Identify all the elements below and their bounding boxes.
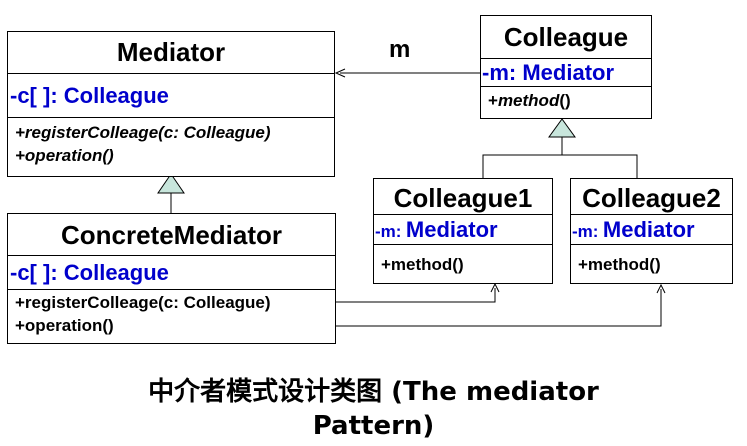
colleague-class: Colleague -m: Mediator +method() xyxy=(480,15,652,119)
concrete-mediator-attribute: -c[ ]: Colleague xyxy=(8,255,335,289)
colleague1-attribute-type: Mediator xyxy=(405,217,498,242)
concrete-mediator-op-operation: +operation() xyxy=(15,315,114,335)
association-label: m xyxy=(389,36,411,63)
mediator-op-register: +registerColleage(c: Colleague) xyxy=(15,123,271,142)
colleague-attribute: -m: Mediator xyxy=(481,58,651,86)
mediator-op-operation: +operation() xyxy=(15,145,114,165)
concrete-mediator-class: ConcreteMediator -c[ ]: Colleague +regis… xyxy=(7,213,336,344)
concrete-mediator-operations: +registerColleage(c: Colleague) +operati… xyxy=(8,289,335,338)
colleague-op-plus: + xyxy=(488,91,498,110)
colleague1-attribute-prefix: -m: xyxy=(375,222,402,241)
colleague-attribute-type: Mediator xyxy=(522,60,615,85)
mediator-operations: +registerColleage(c: Colleague) +operati… xyxy=(8,117,334,177)
colleague2-attribute-type: Mediator xyxy=(602,217,695,242)
colleague-operation: +method() xyxy=(481,86,651,118)
operation-to-colleague2-line xyxy=(336,289,662,327)
mediator-class: Mediator -c[ ]: Colleague +registerColle… xyxy=(7,31,335,177)
colleague2-operation: +method() xyxy=(571,244,732,285)
colleague-op-parens: () xyxy=(559,91,571,110)
concrete-mediator-class-name: ConcreteMediator xyxy=(60,220,283,250)
colleague-generalization-branch xyxy=(482,154,638,178)
mediator-attribute: -c[ ]: Colleague xyxy=(8,73,334,117)
mediator-class-name: Mediator xyxy=(116,37,226,67)
concrete-mediator-op-register: +registerColleage(c: Colleague) xyxy=(15,293,271,312)
colleague1-operation: +method() xyxy=(374,244,552,285)
colleague1-class-name: Colleague1 xyxy=(393,183,533,213)
colleague-class-name: Colleague xyxy=(503,22,629,52)
colleague-inheritance-triangle xyxy=(548,118,576,138)
colleague2-attribute-prefix: -m: xyxy=(572,222,599,241)
colleague-attribute-prefix: -m: xyxy=(482,60,517,85)
colleague1-attribute: -m: Mediator xyxy=(374,214,552,244)
colleague2-class-name: Colleague2 xyxy=(582,183,721,213)
colleague2-attribute: -m: Mediator xyxy=(571,214,732,244)
colleague-op-name: method xyxy=(497,91,560,110)
register-to-colleague1-line xyxy=(336,288,496,303)
diagram-caption-line2: Pattern) xyxy=(312,411,435,441)
diagram-caption-line1: 中介者模式设计类图 (The mediator xyxy=(148,377,599,407)
colleague2-class: Colleague2 -m: Mediator +method() xyxy=(570,178,733,284)
colleague1-class: Colleague1 -m: Mediator +method() xyxy=(373,178,553,284)
